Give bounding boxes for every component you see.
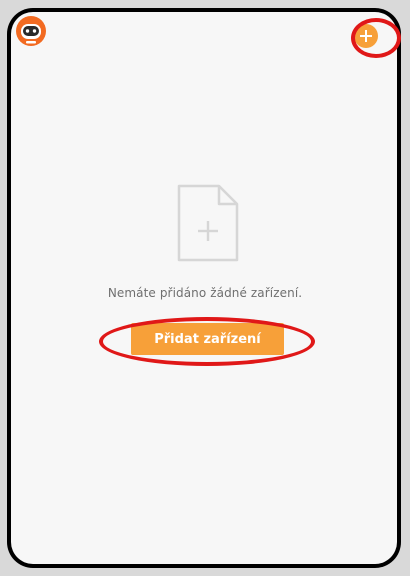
add-device-top-button[interactable] — [354, 24, 378, 48]
empty-state-message: Nemáte přidáno žádné zařízení. — [107, 286, 303, 300]
screenshot-frame: Nemáte přidáno žádné zařízení. Přidat za… — [0, 0, 410, 576]
plus-icon — [360, 30, 372, 42]
document-add-icon — [177, 184, 239, 262]
robot-logo-icon — [14, 14, 48, 48]
add-device-button[interactable]: Přidat zařízení — [131, 323, 284, 355]
